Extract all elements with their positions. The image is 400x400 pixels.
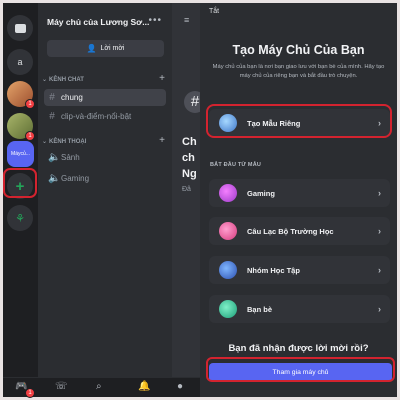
chat-preview-peek: ≡ # Ch ch Ng Đâ: [172, 3, 200, 377]
controller-icon: [219, 184, 237, 202]
invite-label: Lời mời: [100, 45, 125, 52]
template-label: Nhóm Học Tập: [247, 265, 300, 275]
hash-icon: #: [49, 92, 55, 103]
add-voice-channel-icon[interactable]: +: [159, 135, 165, 146]
category-label: KÊNH THOẠI: [49, 138, 87, 145]
add-text-channel-icon[interactable]: +: [159, 73, 165, 84]
bell-icon[interactable]: 🔔: [138, 381, 150, 392]
peek-line: Ch: [182, 136, 197, 148]
voice-channel-gaming[interactable]: 🔈 Gaming: [44, 170, 166, 187]
server-icon-avatar-2[interactable]: 1: [7, 113, 35, 141]
server-initial: a: [17, 57, 23, 67]
notification-badge: 1: [25, 388, 35, 398]
channel-label: chung: [61, 93, 83, 102]
chevron-right-icon: ›: [378, 226, 381, 236]
chevron-down-icon: ⌄: [42, 139, 48, 145]
channel-item-clip[interactable]: # clip-và-điểm-nổi-bật: [44, 108, 166, 125]
category-label: KÊNH CHAT: [49, 76, 84, 83]
channel-label: Sảnh: [61, 153, 80, 162]
notification-badge: 1: [25, 99, 35, 109]
channel-item-chung[interactable]: # chung: [44, 89, 166, 106]
channel-list: Máy chủ của Lương Sơ... ••• 👤 Lời mời ⌄ …: [38, 3, 172, 377]
hash-icon: #: [184, 91, 200, 113]
server-abbrev: Máycủ...: [11, 151, 30, 157]
school-club-icon: [219, 222, 237, 240]
highlight-join-server: [206, 357, 395, 382]
template-label: Gaming: [247, 188, 275, 198]
create-server-modal: Tắt Tạo Máy Chủ Của Bạn Máy chủ của bạn …: [200, 3, 397, 397]
speaker-icon: 🔈: [48, 173, 61, 184]
category-text-channels[interactable]: ⌄ KÊNH CHAT: [42, 76, 84, 84]
server-title[interactable]: Máy chủ của Lương Sơ...: [47, 17, 149, 27]
bottom-nav: 🎮 1 ☏ ⌕ 🔔 ●: [3, 377, 200, 398]
chat-bubble-icon: [14, 23, 26, 33]
peek-line: Ng: [182, 168, 197, 180]
study-group-icon: [219, 261, 237, 279]
server-icon-a[interactable]: a: [7, 49, 33, 75]
friends-icon[interactable]: ☏: [55, 381, 68, 392]
modal-description: Máy chủ của bạn là nơi bạn giao lưu với …: [212, 64, 385, 79]
add-person-icon: 👤: [86, 44, 97, 53]
peek-line: ch: [182, 152, 195, 164]
template-friends[interactable]: Bạn bè ›: [209, 295, 390, 323]
chevron-right-icon: ›: [378, 304, 381, 314]
template-label: Câu Lạc Bộ Trường Học: [247, 226, 334, 236]
template-label: Bạn bè: [247, 304, 273, 314]
peek-line: Đâ: [182, 186, 191, 193]
direct-messages-button[interactable]: [7, 15, 33, 41]
modal-title: Tạo Máy Chủ Của Bạn: [232, 43, 365, 57]
chevron-right-icon: ›: [378, 265, 381, 275]
friends-icon: [219, 300, 237, 318]
more-options-icon[interactable]: •••: [148, 15, 162, 26]
channel-label: Gaming: [61, 174, 90, 183]
highlight-create-own: [206, 104, 392, 138]
menu-icon[interactable]: ≡: [184, 15, 189, 25]
close-button[interactable]: Tắt: [209, 8, 219, 15]
discover-servers-button[interactable]: ⚘: [7, 205, 33, 231]
template-study-group[interactable]: Nhóm Học Tập ›: [209, 256, 390, 284]
notification-badge: 1: [25, 131, 35, 141]
chevron-right-icon: ›: [378, 188, 381, 198]
channel-label: clip-và-điểm-nổi-bật: [61, 112, 132, 121]
template-school-club[interactable]: Câu Lạc Bộ Trường Học ›: [209, 217, 390, 245]
template-section-heading: BẮT ĐẦU TỪ MẪU: [210, 162, 262, 168]
template-gaming[interactable]: Gaming ›: [209, 179, 390, 207]
invite-prompt: Bạn đã nhận được lời mời rồi?: [228, 343, 369, 354]
avatar[interactable]: ●: [177, 381, 183, 392]
search-icon[interactable]: ⌕: [96, 381, 102, 392]
chevron-down-icon: ⌄: [42, 77, 48, 83]
speaker-icon: 🔈: [48, 152, 61, 163]
highlight-add-server: [3, 168, 37, 198]
server-icon-current[interactable]: Máycủ...: [7, 141, 34, 167]
category-voice-channels[interactable]: ⌄ KÊNH THOẠI: [42, 138, 87, 146]
server-icon-avatar-1[interactable]: 1: [7, 81, 35, 109]
voice-channel-sanh[interactable]: 🔈 Sảnh: [44, 149, 166, 166]
hierarchy-icon: ⚘: [15, 212, 25, 225]
hash-icon: #: [49, 111, 55, 122]
invite-button[interactable]: 👤 Lời mời: [47, 40, 164, 57]
